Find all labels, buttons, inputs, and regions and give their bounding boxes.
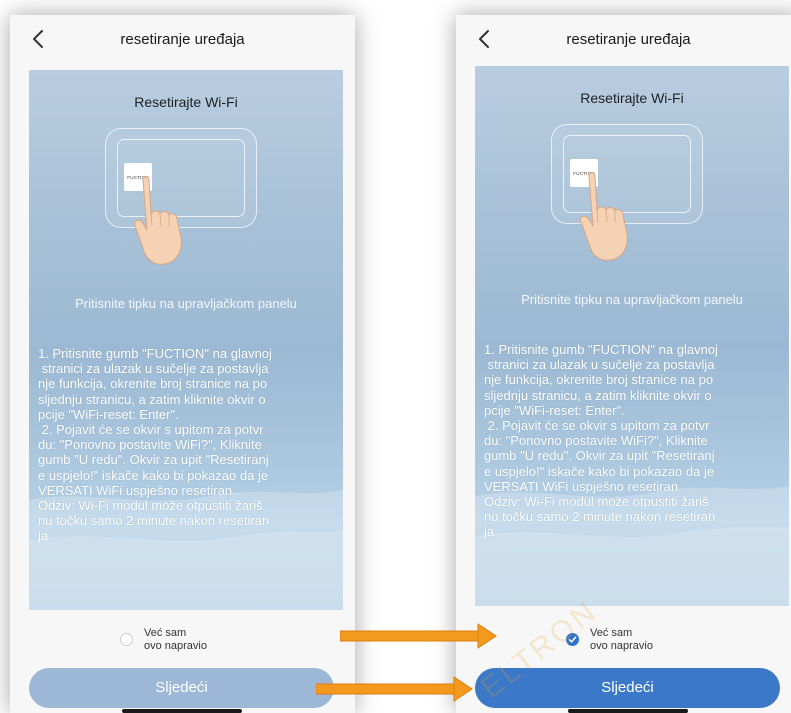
- checkmark-icon: [568, 636, 577, 643]
- phone-screen-before: resetiranje uređaja Resetirajte Wi-Fi FU…: [10, 15, 355, 713]
- already-done-label: Već sam ovo napravio: [590, 627, 653, 653]
- already-done-label-line1: Već sam: [590, 627, 633, 639]
- page-title: resetiranje uređaja: [120, 31, 245, 48]
- press-key-hint: Pritisnite tipku na upravljačkom panelu: [521, 292, 743, 307]
- pointing-hand-icon: [134, 176, 182, 265]
- already-done-checkbox[interactable]: [120, 633, 133, 646]
- card-title: Resetirajte Wi-Fi: [134, 94, 238, 110]
- already-done-checkbox[interactable]: [566, 633, 579, 646]
- reset-instructions: 1. Pritisnite gumb "FUCTION" na glavnoj …: [484, 342, 718, 540]
- already-done-label-line2: ovo napravio: [144, 640, 207, 652]
- page-title: resetiranje uređaja: [566, 31, 691, 48]
- nav-bar: resetiranje uređaja: [10, 15, 355, 63]
- next-button[interactable]: Sljedeći: [29, 668, 334, 708]
- arrow-right-icon: [340, 623, 497, 649]
- home-indicator: [568, 709, 688, 713]
- press-key-hint: Pritisnite tipku na upravljačkom panelu: [75, 296, 297, 311]
- already-done-checkbox-row[interactable]: Već sam ovo napravio: [456, 627, 791, 663]
- nav-bar: resetiranje uređaja: [456, 15, 791, 63]
- reset-instructions: 1. Pritisnite gumb "FUCTION" na glavnoj …: [38, 346, 272, 544]
- already-done-label-line2: ovo napravio: [590, 640, 653, 652]
- already-done-checkbox-row[interactable]: Već sam ovo napravio: [10, 627, 355, 663]
- pointing-hand-icon: [580, 172, 628, 261]
- phone-screen-after: resetiranje uređaja Resetirajte Wi-Fi FU…: [456, 15, 791, 713]
- next-button[interactable]: Sljedeći: [475, 668, 780, 708]
- instruction-card: Resetirajte Wi-Fi FUCTION Pritisnite tip…: [29, 70, 343, 610]
- arrow-right-icon: [316, 676, 473, 702]
- home-indicator: [122, 709, 242, 713]
- instruction-card: Resetirajte Wi-Fi FUCTION Pritisnite tip…: [475, 66, 789, 606]
- already-done-label-line1: Već sam: [144, 627, 187, 639]
- card-title: Resetirajte Wi-Fi: [580, 90, 684, 106]
- already-done-label: Već sam ovo napravio: [144, 627, 207, 653]
